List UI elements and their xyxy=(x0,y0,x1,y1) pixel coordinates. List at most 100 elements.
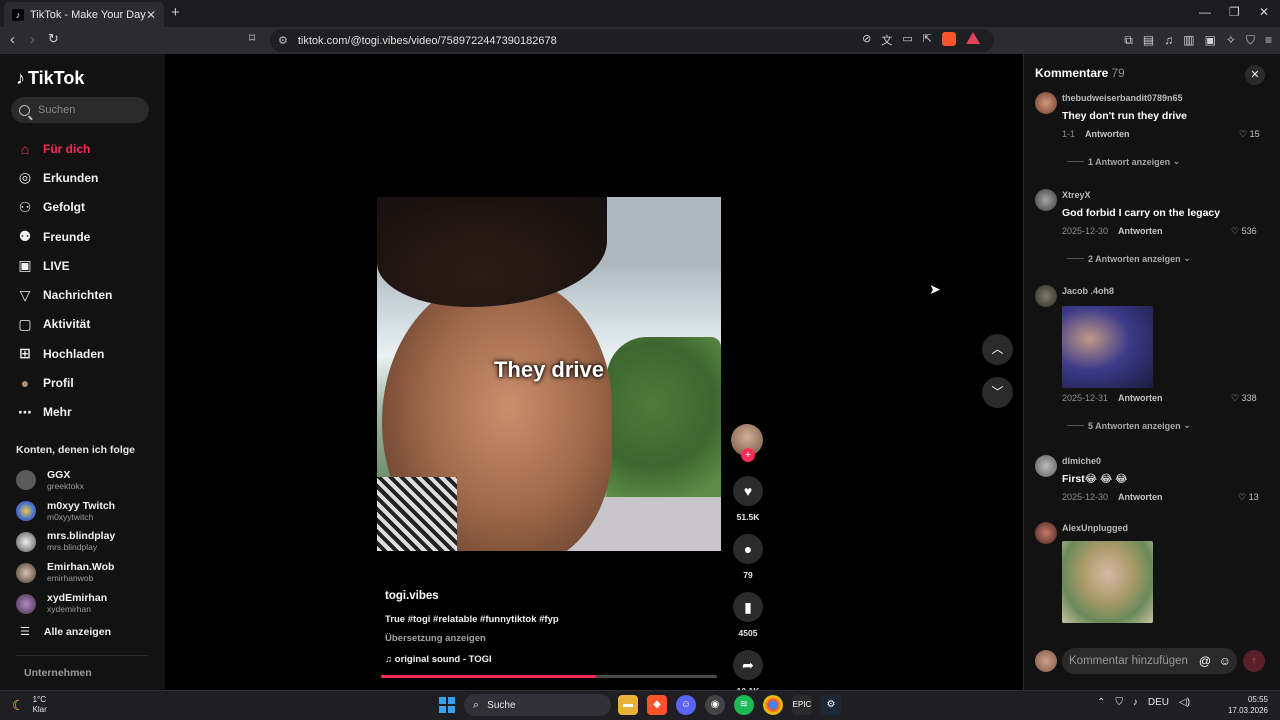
heart-icon[interactable]: ♥ xyxy=(733,476,763,506)
comment-like[interactable]: ♡ 15 xyxy=(1239,129,1260,140)
leo-icon[interactable]: ✧ xyxy=(1226,33,1236,48)
minimize-icon[interactable]: — xyxy=(1199,5,1211,19)
company-link[interactable]: Unternehmen xyxy=(24,667,92,679)
no-tracking-icon[interactable]: ⊘ xyxy=(862,32,871,48)
comment-user[interactable]: AlexUnplugged xyxy=(1062,523,1128,533)
menu-item-profil[interactable]: ● Profil xyxy=(16,368,112,397)
brave-browser-icon[interactable]: ◆ xyxy=(647,695,667,715)
reload-icon[interactable]: ↻ xyxy=(48,31,59,47)
tab-search-icon[interactable]: ▤ xyxy=(1143,33,1154,48)
comment-like[interactable]: ♡ 536 xyxy=(1231,226,1257,237)
start-button[interactable] xyxy=(439,697,455,713)
avatar[interactable] xyxy=(1035,455,1057,477)
steam-icon[interactable]: ⚙ xyxy=(821,695,841,715)
show-translation-link[interactable]: Übersetzung anzeigen xyxy=(385,633,725,644)
comment-user[interactable]: XtreyX xyxy=(1062,190,1091,200)
chevron-up-icon[interactable]: ⌃ xyxy=(1097,697,1105,708)
previous-video-button[interactable]: ︿ xyxy=(982,334,1013,365)
reply-button[interactable]: Antworten xyxy=(1118,226,1163,236)
back-icon[interactable]: ‹ xyxy=(10,31,15,48)
send-button[interactable]: ↑ xyxy=(1243,650,1265,672)
comment-user[interactable]: dlmiche0 xyxy=(1062,456,1101,466)
discord-icon[interactable]: ☺ xyxy=(676,695,696,715)
language-indicator[interactable]: DEU xyxy=(1148,697,1169,708)
vpn-icon[interactable]: ⛉ xyxy=(1246,33,1255,48)
avatar[interactable] xyxy=(1035,522,1057,544)
volume-icon[interactable]: ◁) xyxy=(1179,697,1190,708)
new-tab-button[interactable]: + xyxy=(171,4,180,21)
extensions-icon[interactable]: ⧉ xyxy=(1124,33,1133,48)
reply-button[interactable]: Antworten xyxy=(1118,492,1163,502)
comment-image[interactable] xyxy=(1062,541,1153,623)
comment-user[interactable]: Jacob .4oh8 xyxy=(1062,286,1114,296)
share-icon[interactable]: ⇱ xyxy=(923,32,932,48)
follow-plus-icon[interactable]: + xyxy=(741,448,755,462)
video-progress-bar[interactable] xyxy=(381,675,717,678)
mention-icon[interactable]: @ xyxy=(1199,648,1211,674)
menu-item-aktivitaet[interactable]: ▢ Aktivität xyxy=(16,310,112,339)
file-explorer-icon[interactable]: ▬ xyxy=(618,695,638,715)
menu-item-fuer-dich[interactable]: ⌂ Für dich xyxy=(16,134,112,163)
menu-item-mehr[interactable]: ⋯ Mehr xyxy=(16,398,112,427)
window-close-icon[interactable]: ✕ xyxy=(1259,5,1269,19)
menu-item-freunde[interactable]: ⚉ Freunde xyxy=(16,222,112,251)
spotify-icon[interactable]: ≋ xyxy=(734,695,754,715)
avatar[interactable] xyxy=(1035,92,1057,114)
comment-image[interactable] xyxy=(1062,306,1153,388)
next-video-button[interactable]: ﹀ xyxy=(982,377,1013,408)
reply-button[interactable]: Antworten xyxy=(1118,393,1163,403)
forward-icon[interactable]: › xyxy=(30,31,35,48)
menu-item-erkunden[interactable]: ◎ Erkunden xyxy=(16,163,112,192)
show-replies-button[interactable]: 1 Antwort anzeigen ⌄ xyxy=(1067,156,1180,167)
chrome-icon[interactable] xyxy=(763,695,783,715)
brave-rewards-icon[interactable] xyxy=(966,32,980,44)
following-account[interactable]: m0xyy Twitch m0xyytwitch xyxy=(16,496,115,527)
shield-icon[interactable]: ⛉ xyxy=(1115,697,1123,708)
creator-avatar[interactable]: + xyxy=(731,424,763,462)
avatar[interactable] xyxy=(1035,285,1057,307)
obs-icon[interactable]: ◉ xyxy=(705,695,725,715)
comment-like[interactable]: ♡ 13 xyxy=(1238,492,1259,503)
show-replies-button[interactable]: 2 Antworten anzeigen ⌄ xyxy=(1067,253,1191,264)
comment-user[interactable]: thebudweiserbandit0789n65 xyxy=(1062,93,1183,103)
taskbar-search[interactable]: ⌕ Suche xyxy=(464,694,611,716)
video-author[interactable]: togi.vibes xyxy=(385,590,725,602)
wallet-icon[interactable]: ▣ xyxy=(1205,33,1216,48)
weather-widget[interactable]: ☾ 1°C Klar xyxy=(12,695,47,715)
menu-item-gefolgt[interactable]: ⚇ Gefolgt xyxy=(16,193,112,222)
following-account[interactable]: xydEmirhan xydemirhan xyxy=(16,588,115,619)
bookmark-icon[interactable]: ▮ xyxy=(733,592,763,622)
clock[interactable]: 05:55 17.03.2026 xyxy=(1226,694,1268,716)
cast-icon[interactable]: ▭ xyxy=(902,32,912,48)
maximize-icon[interactable]: ❐ xyxy=(1229,5,1240,19)
show-all-button[interactable]: ☰ Alle anzeigen xyxy=(20,625,111,639)
music-icon[interactable]: ♫ xyxy=(1164,33,1173,48)
search-input[interactable]: Suchen xyxy=(11,97,149,123)
following-account[interactable]: GGX greektokx xyxy=(16,465,115,496)
emoji-icon[interactable]: ☺ xyxy=(1219,648,1231,674)
browser-tab[interactable]: ♪ TikTok - Make Your Day ✕ xyxy=(4,2,164,27)
brave-shields-icon[interactable] xyxy=(942,32,956,46)
avatar[interactable] xyxy=(1035,189,1057,211)
comment-like[interactable]: ♡ 338 xyxy=(1231,393,1257,404)
video-player[interactable]: They drive xyxy=(377,197,721,551)
menu-item-live[interactable]: ▣ LIVE xyxy=(16,251,112,280)
site-settings-icon[interactable]: ⚙ xyxy=(278,34,288,47)
tiktok-logo[interactable]: ♪ TikTok xyxy=(16,68,84,89)
menu-item-hochladen[interactable]: ⊞ Hochladen xyxy=(16,339,112,368)
video-sound[interactable]: ♫ original sound - TOGI xyxy=(385,654,725,665)
sidebar-toggle-icon[interactable]: ▥ xyxy=(1183,33,1194,48)
microphone-icon[interactable]: ♪ xyxy=(1133,697,1138,708)
epic-games-icon[interactable]: EPIC xyxy=(792,695,812,715)
bookmark-icon[interactable]: ⌑ xyxy=(249,31,255,45)
translate-icon[interactable]: 文 xyxy=(881,32,892,48)
menu-item-nachrichten[interactable]: ▽ Nachrichten xyxy=(16,280,113,309)
following-account[interactable]: mrs.blindplay mrs.blindplay xyxy=(16,527,115,558)
comment-icon[interactable]: ● xyxy=(733,534,763,564)
comment-input[interactable]: Kommentar hinzufügen @ ☺ xyxy=(1062,648,1237,674)
show-replies-button[interactable]: 5 Antworten anzeigen ⌄ xyxy=(1067,420,1191,431)
close-comments-button[interactable]: ✕ xyxy=(1245,65,1265,85)
reply-button[interactable]: Antworten xyxy=(1085,129,1130,139)
menu-icon[interactable]: ≡ xyxy=(1265,33,1272,48)
share-arrow-icon[interactable]: ➦ xyxy=(733,650,763,680)
